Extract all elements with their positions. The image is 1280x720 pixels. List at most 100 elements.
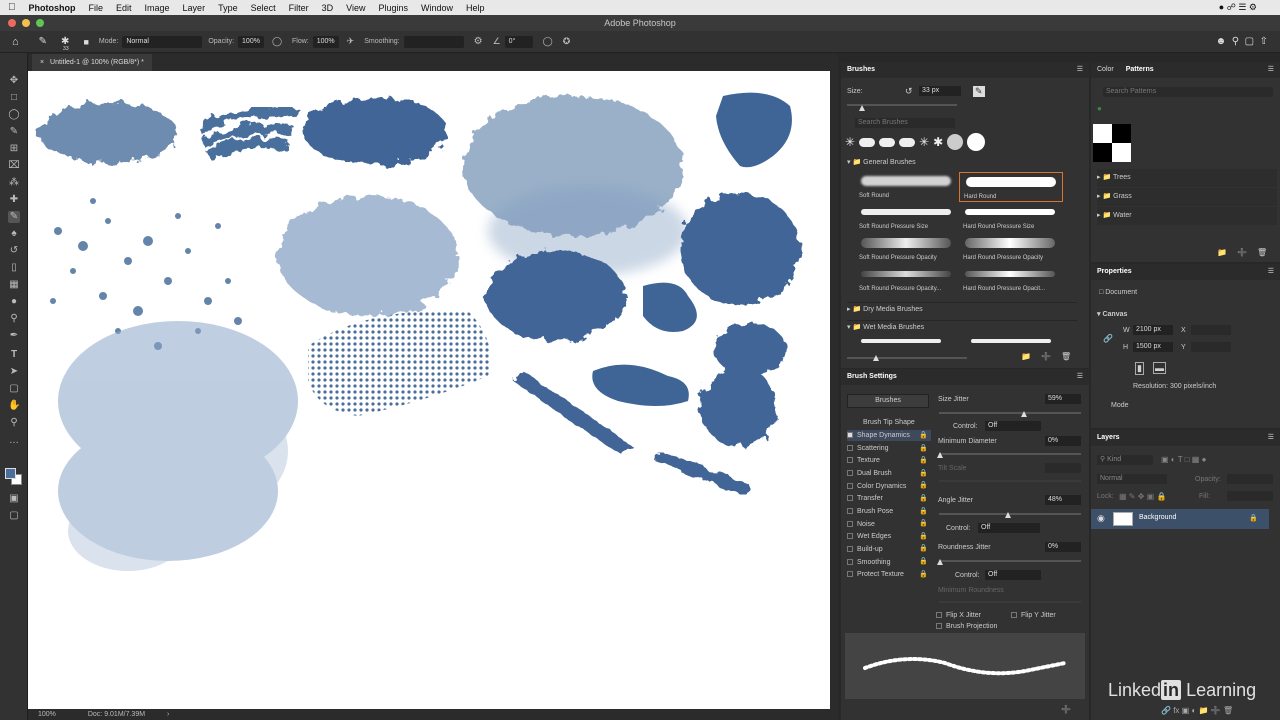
- min-roundness-slider[interactable]: [939, 601, 1081, 603]
- pattern-checker-thumbnail[interactable]: [1093, 124, 1131, 162]
- flip-x-checkbox-row[interactable]: Flip X Jitter: [936, 612, 981, 619]
- recent-brush-3-icon[interactable]: [879, 137, 896, 147]
- dual-brush-item[interactable]: Dual Brush: [847, 468, 892, 479]
- build-up-item[interactable]: Build-up: [847, 544, 883, 555]
- new-pattern-icon[interactable]: ➕: [1237, 248, 1247, 257]
- mode-select[interactable]: Normal: [122, 35, 203, 48]
- recent-brush-2-icon[interactable]: [859, 137, 876, 147]
- brush-projection-checkbox-row[interactable]: Brush Projection: [936, 623, 997, 630]
- brush-tip-shape-item[interactable]: Brush Tip Shape: [863, 417, 915, 428]
- dry-media-brushes-group[interactable]: ▸ 📁 Dry Media Brushes: [847, 302, 1077, 313]
- pattern-group-trees[interactable]: ▸ 📁 Trees: [1097, 169, 1277, 187]
- menu-select[interactable]: Select: [251, 3, 276, 13]
- link-dimensions-icon[interactable]: 🔗: [1103, 334, 1113, 343]
- recent-brush-5-icon[interactable]: ✳: [919, 135, 929, 149]
- document-tab[interactable]: × Untitled-1 @ 100% (RGB/8*) *: [32, 54, 152, 71]
- checkbox[interactable]: [847, 571, 853, 578]
- panel-menu-icon[interactable]: ☰: [1077, 369, 1083, 385]
- lock-icon[interactable]: 🔒: [919, 443, 928, 456]
- lock-icon[interactable]: 🔒: [919, 531, 928, 544]
- adjustment-layer-icon[interactable]: ◐: [1191, 706, 1196, 715]
- lock-icon[interactable]: 🔒: [919, 480, 928, 493]
- canvas-section-header[interactable]: ▾ Canvas: [1097, 310, 1127, 318]
- eyedropper-tool-icon[interactable]: ⁂: [8, 177, 20, 189]
- properties-tab[interactable]: Properties: [1097, 268, 1132, 275]
- brush-size-slider-knob[interactable]: [859, 105, 865, 111]
- width-input[interactable]: 2100 px: [1133, 325, 1173, 335]
- pattern-group-water[interactable]: ▸ 📁 Water: [1097, 207, 1277, 225]
- screen-mode-icon[interactable]: ▢: [8, 510, 20, 522]
- checkbox[interactable]: [936, 623, 942, 630]
- lock-image-icon[interactable]: ✎: [1129, 492, 1136, 501]
- roundness-jitter-input[interactable]: 0%: [1045, 542, 1081, 552]
- lock-icon[interactable]: 🔒: [919, 556, 928, 569]
- checkbox[interactable]: [847, 483, 853, 490]
- checkbox[interactable]: [847, 546, 853, 553]
- new-group-icon[interactable]: 📁: [1199, 706, 1209, 715]
- panel-menu-icon[interactable]: ☰: [1268, 62, 1274, 78]
- quick-mask-icon[interactable]: ▣: [8, 493, 20, 505]
- blur-tool-icon[interactable]: ●: [8, 296, 20, 308]
- pattern-group-grass[interactable]: ▸ 📁 Grass: [1097, 188, 1277, 206]
- marquee-tool-icon[interactable]: □: [8, 92, 20, 104]
- brush-tool-active-icon[interactable]: ✎: [8, 211, 20, 223]
- new-brush-icon[interactable]: ✎: [973, 86, 985, 97]
- brush-settings-toggle-icon[interactable]: ■: [83, 37, 88, 47]
- checkbox[interactable]: [847, 495, 853, 502]
- checkbox[interactable]: [936, 612, 942, 619]
- size-jitter-slider[interactable]: [939, 412, 1081, 414]
- close-tab-icon[interactable]: ×: [40, 59, 44, 66]
- hand-tool-icon[interactable]: ✋: [8, 400, 20, 412]
- lock-icon[interactable]: 🔒: [919, 430, 928, 443]
- layer-fill-input[interactable]: [1227, 491, 1273, 501]
- smoothing-input[interactable]: [403, 35, 464, 48]
- shape-tool-icon[interactable]: ▢: [8, 383, 20, 395]
- menu-type[interactable]: Type: [218, 3, 238, 13]
- min-diameter-slider[interactable]: [939, 453, 1081, 455]
- smoothing-options-gear-icon[interactable]: ⚙: [474, 36, 483, 47]
- y-input[interactable]: [1191, 342, 1231, 352]
- brush-hard-round[interactable]: Hard Round: [959, 172, 1063, 202]
- filter-pixel-icon[interactable]: ▣: [1161, 455, 1169, 464]
- create-new-brush-icon[interactable]: ➕: [1061, 705, 1071, 714]
- move-tool-icon[interactable]: ✥: [8, 75, 20, 87]
- brush-preview-size-slider[interactable]: [847, 357, 967, 359]
- brush-preview-size-knob[interactable]: [873, 355, 879, 361]
- filter-adjustment-icon[interactable]: ◐: [1171, 455, 1176, 464]
- brush-soft-round-pressure-size[interactable]: Soft Round Pressure Size: [855, 203, 959, 233]
- angle-jitter-knob[interactable]: [1005, 512, 1011, 518]
- checkbox[interactable]: [847, 533, 853, 540]
- control-select-1[interactable]: Off: [985, 421, 1041, 431]
- checkbox[interactable]: [1011, 612, 1017, 619]
- brush-soft-round[interactable]: Soft Round: [855, 172, 959, 202]
- app-menu[interactable]: Photoshop: [29, 3, 76, 13]
- min-diameter-input[interactable]: 0%: [1045, 436, 1081, 446]
- brush-settings-tab[interactable]: Brush Settings: [847, 373, 897, 380]
- brushes-button[interactable]: Brushes: [847, 394, 929, 408]
- delete-layer-icon[interactable]: 🗑: [1223, 706, 1233, 715]
- recent-brush-7-icon[interactable]: [947, 134, 964, 150]
- min-diameter-knob[interactable]: [937, 452, 943, 458]
- menu-filter[interactable]: Filter: [289, 3, 309, 13]
- pressure-size-icon[interactable]: ◯: [543, 36, 553, 47]
- zoom-tool-icon[interactable]: ⚲: [8, 417, 20, 429]
- color-tab[interactable]: Color: [1097, 66, 1114, 73]
- menu-file[interactable]: File: [89, 3, 104, 13]
- tilt-scale-input[interactable]: [1045, 463, 1081, 473]
- filter-type-icon[interactable]: T: [1178, 455, 1183, 464]
- brush-size-input[interactable]: 33 px: [919, 86, 961, 96]
- smoothing-item[interactable]: Smoothing: [847, 557, 890, 568]
- size-jitter-input[interactable]: 59%: [1045, 394, 1081, 404]
- canvas-vertical-scrollbar[interactable]: [830, 71, 838, 709]
- x-input[interactable]: [1191, 325, 1231, 335]
- wet-brush-preview-1[interactable]: [861, 339, 941, 343]
- close-window-icon[interactable]: [8, 19, 16, 27]
- checkbox[interactable]: [847, 445, 853, 452]
- lock-icon[interactable]: 🔒: [919, 455, 928, 468]
- reset-size-icon[interactable]: ↺: [905, 86, 913, 97]
- new-pattern-group-icon[interactable]: 📁: [1217, 248, 1227, 257]
- pressure-opacity-icon[interactable]: ◯: [272, 36, 282, 47]
- eye-icon[interactable]: ◉: [1097, 513, 1105, 524]
- general-brushes-group[interactable]: ▾ 📁 General Brushes: [847, 158, 916, 166]
- lock-icon[interactable]: 🔒: [919, 493, 928, 506]
